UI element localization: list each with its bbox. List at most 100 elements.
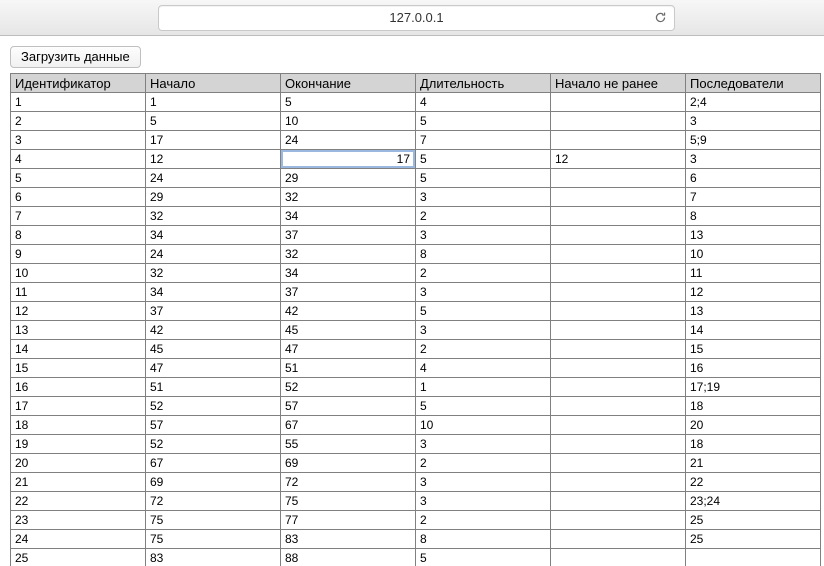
cell-begin[interactable]: 47 (146, 359, 281, 378)
cell-end[interactable]: 37 (281, 226, 416, 245)
cell-id[interactable]: 10 (11, 264, 146, 283)
cell-begin[interactable]: 34 (146, 226, 281, 245)
cell-duration[interactable]: 7 (416, 131, 551, 150)
cell-duration[interactable]: 10 (416, 416, 551, 435)
cell-followers[interactable]: 11 (686, 264, 821, 283)
cell-begin[interactable]: 42 (146, 321, 281, 340)
cell-followers[interactable]: 13 (686, 302, 821, 321)
cell-id[interactable]: 13 (11, 321, 146, 340)
cell-end[interactable]: 10 (281, 112, 416, 131)
cell-begin[interactable]: 1 (146, 93, 281, 112)
cell-id[interactable]: 6 (11, 188, 146, 207)
cell-followers[interactable] (686, 549, 821, 566)
cell-earliest_start[interactable] (551, 283, 686, 302)
cell-followers[interactable]: 23;24 (686, 492, 821, 511)
cell-earliest_start[interactable] (551, 169, 686, 188)
cell-duration[interactable]: 4 (416, 93, 551, 112)
cell-id[interactable]: 20 (11, 454, 146, 473)
cell-duration[interactable]: 5 (416, 549, 551, 566)
cell-duration[interactable]: 3 (416, 435, 551, 454)
cell-id[interactable]: 11 (11, 283, 146, 302)
cell-id[interactable]: 17 (11, 397, 146, 416)
cell-duration[interactable]: 3 (416, 226, 551, 245)
cell-end[interactable] (281, 150, 416, 169)
address-bar[interactable]: 127.0.0.1 (158, 5, 675, 31)
cell-end[interactable]: 5 (281, 93, 416, 112)
cell-id[interactable]: 9 (11, 245, 146, 264)
cell-begin[interactable]: 17 (146, 131, 281, 150)
cell-begin[interactable]: 37 (146, 302, 281, 321)
cell-end[interactable]: 34 (281, 264, 416, 283)
cell-earliest_start[interactable] (551, 340, 686, 359)
cell-begin[interactable]: 12 (146, 150, 281, 169)
cell-begin[interactable]: 57 (146, 416, 281, 435)
cell-id[interactable]: 25 (11, 549, 146, 566)
cell-begin[interactable]: 32 (146, 264, 281, 283)
cell-earliest_start[interactable] (551, 112, 686, 131)
cell-begin[interactable]: 24 (146, 245, 281, 264)
cell-begin[interactable]: 45 (146, 340, 281, 359)
cell-followers[interactable]: 21 (686, 454, 821, 473)
cell-duration[interactable]: 5 (416, 302, 551, 321)
cell-begin[interactable]: 83 (146, 549, 281, 566)
cell-end[interactable]: 51 (281, 359, 416, 378)
cell-id[interactable]: 2 (11, 112, 146, 131)
cell-begin[interactable]: 69 (146, 473, 281, 492)
cell-followers[interactable]: 16 (686, 359, 821, 378)
cell-begin[interactable]: 75 (146, 530, 281, 549)
cell-followers[interactable]: 8 (686, 207, 821, 226)
cell-duration[interactable]: 4 (416, 359, 551, 378)
cell-duration[interactable]: 2 (416, 511, 551, 530)
cell-followers[interactable]: 3 (686, 150, 821, 169)
cell-end[interactable]: 83 (281, 530, 416, 549)
cell-earliest_start[interactable] (551, 454, 686, 473)
cell-end[interactable]: 52 (281, 378, 416, 397)
cell-end[interactable]: 77 (281, 511, 416, 530)
cell-id[interactable]: 22 (11, 492, 146, 511)
cell-id[interactable]: 3 (11, 131, 146, 150)
cell-earliest_start[interactable] (551, 397, 686, 416)
cell-duration[interactable]: 5 (416, 112, 551, 131)
cell-duration[interactable]: 3 (416, 473, 551, 492)
cell-end[interactable]: 69 (281, 454, 416, 473)
cell-id[interactable]: 18 (11, 416, 146, 435)
cell-id[interactable]: 21 (11, 473, 146, 492)
cell-earliest_start[interactable] (551, 93, 686, 112)
cell-earliest_start[interactable] (551, 321, 686, 340)
cell-followers[interactable]: 25 (686, 511, 821, 530)
cell-begin[interactable]: 52 (146, 435, 281, 454)
cell-begin[interactable]: 29 (146, 188, 281, 207)
cell-earliest_start[interactable] (551, 226, 686, 245)
cell-begin[interactable]: 72 (146, 492, 281, 511)
cell-id[interactable]: 23 (11, 511, 146, 530)
cell-earliest_start[interactable] (551, 264, 686, 283)
cell-followers[interactable]: 17;19 (686, 378, 821, 397)
cell-begin[interactable]: 32 (146, 207, 281, 226)
cell-earliest_start[interactable] (551, 511, 686, 530)
cell-begin[interactable]: 5 (146, 112, 281, 131)
cell-duration[interactable]: 5 (416, 169, 551, 188)
cell-begin[interactable]: 75 (146, 511, 281, 530)
cell-earliest_start[interactable] (551, 378, 686, 397)
cell-id[interactable]: 5 (11, 169, 146, 188)
cell-followers[interactable]: 14 (686, 321, 821, 340)
cell-id[interactable]: 7 (11, 207, 146, 226)
cell-earliest_start[interactable] (551, 207, 686, 226)
cell-id[interactable]: 19 (11, 435, 146, 454)
cell-duration[interactable]: 8 (416, 530, 551, 549)
cell-followers[interactable]: 13 (686, 226, 821, 245)
cell-begin[interactable]: 67 (146, 454, 281, 473)
cell-followers[interactable]: 12 (686, 283, 821, 302)
cell-end[interactable]: 29 (281, 169, 416, 188)
cell-duration[interactable]: 2 (416, 264, 551, 283)
cell-followers[interactable]: 5;9 (686, 131, 821, 150)
cell-earliest_start[interactable]: 12 (551, 150, 686, 169)
cell-duration[interactable]: 5 (416, 150, 551, 169)
cell-end[interactable]: 37 (281, 283, 416, 302)
cell-followers[interactable]: 7 (686, 188, 821, 207)
cell-followers[interactable]: 2;4 (686, 93, 821, 112)
cell-begin[interactable]: 51 (146, 378, 281, 397)
cell-earliest_start[interactable] (551, 473, 686, 492)
cell-duration[interactable]: 3 (416, 492, 551, 511)
cell-id[interactable]: 15 (11, 359, 146, 378)
